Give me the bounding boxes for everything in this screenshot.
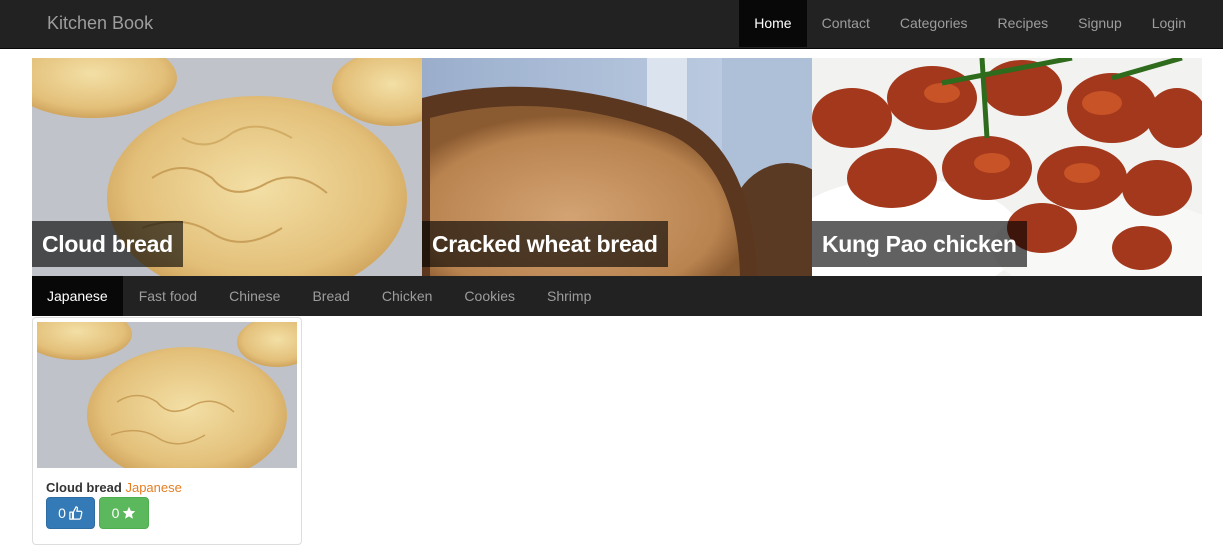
nav-login[interactable]: Login: [1137, 0, 1201, 47]
main-nav: Home Contact Categories Recipes Signup L…: [739, 0, 1201, 47]
cloud-bread-thumbnail: [37, 322, 297, 468]
category-japanese[interactable]: Japanese: [32, 276, 123, 316]
thumbs-up-icon: [69, 506, 83, 520]
category-chinese[interactable]: Chinese: [213, 276, 296, 316]
featured-cracked-wheat-bread[interactable]: Cracked wheat bread: [422, 58, 812, 276]
recipe-card: Cloud bread Japanese 0 0: [32, 317, 302, 545]
featured-cloud-bread[interactable]: Cloud bread: [32, 58, 422, 276]
favorite-button[interactable]: 0: [99, 497, 149, 529]
hero-caption: Cracked wheat bread: [422, 221, 668, 267]
recipe-title: Cloud bread Japanese: [46, 480, 182, 495]
like-count: 0: [58, 505, 66, 521]
top-navbar: Kitchen Book Home Contact Categories Rec…: [0, 0, 1223, 49]
nav-signup[interactable]: Signup: [1063, 0, 1137, 47]
star-icon: [123, 506, 136, 519]
recipe-thumbnail[interactable]: [37, 322, 297, 468]
recipe-actions: 0 0: [46, 497, 149, 529]
recipe-category[interactable]: Japanese: [125, 480, 181, 495]
category-fast-food[interactable]: Fast food: [123, 276, 213, 316]
nav-categories[interactable]: Categories: [885, 0, 983, 47]
favorite-count: 0: [111, 505, 120, 521]
nav-recipes[interactable]: Recipes: [983, 0, 1064, 47]
featured-kung-pao-chicken[interactable]: Kung Pao chicken: [812, 58, 1202, 276]
nav-contact[interactable]: Contact: [807, 0, 885, 47]
category-chicken[interactable]: Chicken: [366, 276, 449, 316]
category-shrimp[interactable]: Shrimp: [531, 276, 607, 316]
hero-caption: Kung Pao chicken: [812, 221, 1027, 267]
category-cookies[interactable]: Cookies: [448, 276, 531, 316]
featured-recipes: Cloud bread Cracked wheat bread Kung Pao…: [32, 58, 1202, 276]
hero-caption: Cloud bread: [32, 221, 183, 267]
brand-link[interactable]: Kitchen Book: [47, 0, 153, 46]
category-nav: Japanese Fast food Chinese Bread Chicken…: [32, 276, 1202, 316]
category-bread[interactable]: Bread: [296, 276, 365, 316]
like-button[interactable]: 0: [46, 497, 95, 529]
nav-home[interactable]: Home: [739, 0, 807, 47]
recipe-name[interactable]: Cloud bread: [46, 480, 122, 495]
